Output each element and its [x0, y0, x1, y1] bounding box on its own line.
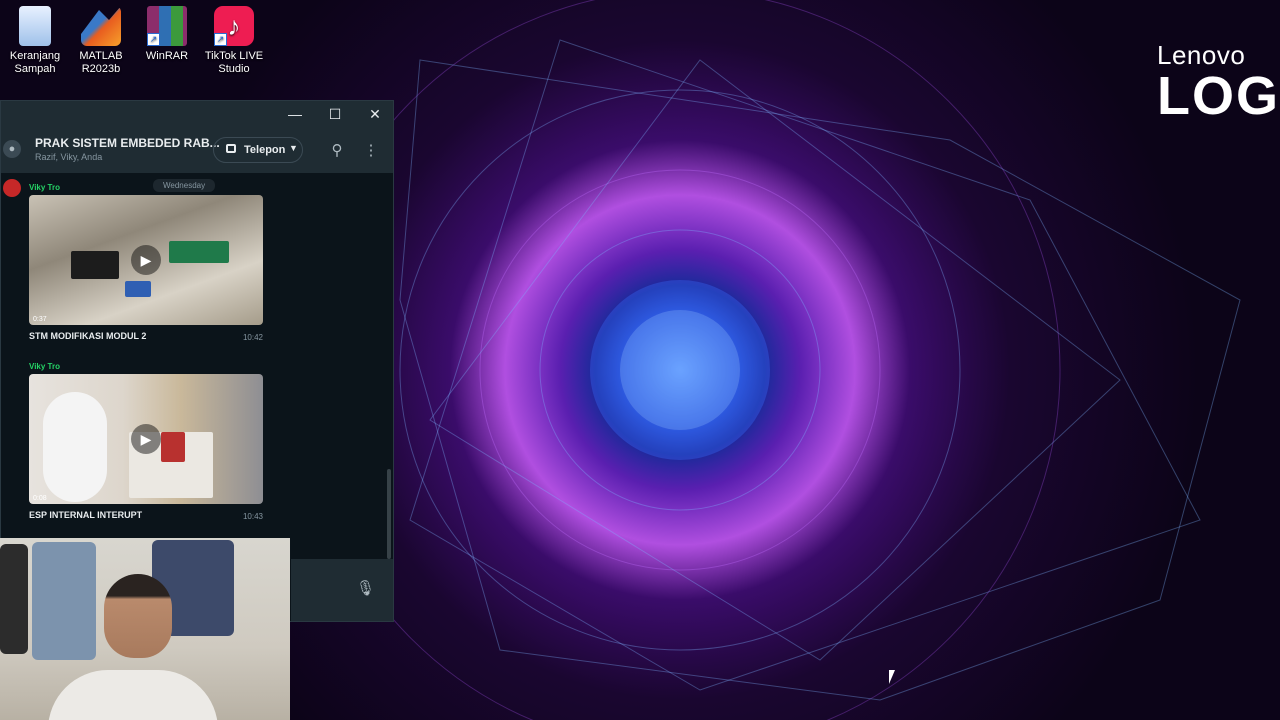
- play-icon[interactable]: ▶: [131, 424, 161, 454]
- video-camera-icon: [226, 144, 236, 153]
- desktop-icon-label: Keranjang Sampah: [9, 50, 61, 75]
- dev-board-shape: [71, 251, 119, 279]
- desktop-icon-tiktok-live-studio[interactable]: ↗ TikTok LIVE Studio: [199, 6, 269, 76]
- dev-board-shape: [125, 281, 151, 297]
- wallpaper-brand: Lenovo LOG: [1157, 40, 1280, 127]
- call-button-label: Telepon: [244, 144, 286, 156]
- chat-title[interactable]: PRAK SISTEM EMBEDED RAB...: [35, 136, 220, 150]
- message-caption-text: STM MODIFIKASI MODUL 2: [29, 331, 147, 341]
- dev-board-shape: [161, 432, 185, 462]
- hanging-clothes: [0, 544, 28, 654]
- more-options-icon[interactable]: ⋮: [361, 141, 381, 159]
- call-button[interactable]: Telepon ▼: [213, 137, 303, 163]
- message-composer[interactable]: 🎙: [291, 559, 393, 621]
- desktop-icon-matlab[interactable]: MATLAB R2023b: [66, 6, 136, 76]
- person-head: [104, 574, 172, 658]
- chat-header[interactable]: ● PRAK SISTEM EMBEDED RAB... Razif, Viky…: [1, 128, 393, 173]
- person-body: [48, 670, 218, 720]
- search-icon[interactable]: ⚲: [327, 141, 347, 159]
- desktop-icon-label: WinRAR: [145, 50, 189, 62]
- recycle-bin-icon: [19, 6, 51, 46]
- matlab-icon: [81, 6, 121, 46]
- close-button[interactable]: ✕: [355, 101, 395, 128]
- minimize-button[interactable]: —: [275, 101, 315, 128]
- video-duration: 0:37: [33, 316, 47, 323]
- play-icon[interactable]: ▶: [131, 245, 161, 275]
- message-sender[interactable]: Viky Tro: [29, 362, 267, 374]
- mouse-shape: [43, 392, 107, 502]
- desktop-icon-recycle-bin[interactable]: Keranjang Sampah: [0, 6, 70, 76]
- webcam-feed: [0, 538, 290, 720]
- desktop-icon-label: MATLAB R2023b: [79, 50, 123, 75]
- message-caption-text: ESP INTERNAL INTERUPT: [29, 510, 143, 520]
- video-duration: 0:08: [33, 495, 47, 502]
- video-thumbnail[interactable]: ▶ 0:37: [29, 195, 263, 325]
- mouse-cursor-icon: [889, 670, 895, 684]
- winrar-icon: ↗: [147, 6, 187, 46]
- scrollbar[interactable]: [387, 469, 391, 559]
- window-titlebar[interactable]: — ☐ ✕: [1, 101, 393, 128]
- maximize-button[interactable]: ☐: [315, 101, 355, 128]
- tiktok-icon: ↗: [214, 6, 254, 46]
- chevron-down-icon: ▼: [289, 143, 298, 153]
- group-avatar-icon[interactable]: ●: [3, 140, 21, 158]
- video-thumbnail[interactable]: ▶ 0:08: [29, 374, 263, 504]
- desktop-icon-winrar[interactable]: ↗ WinRAR: [132, 6, 202, 63]
- brand-line2: LOG: [1157, 66, 1280, 126]
- video-message[interactable]: Viky Tro ▶ 0:08 ESP INTERNAL INTERUPT 10…: [29, 362, 267, 524]
- hanging-clothes: [32, 542, 96, 660]
- desktop-icon-label: TikTok LIVE Studio: [204, 50, 264, 75]
- video-message[interactable]: Viky Tro ▶ 0:37 STM MODIFIKASI MODUL 2 1…: [29, 183, 267, 345]
- chat-participants: Razif, Viky, Anda: [35, 152, 103, 162]
- message-sender[interactable]: Viky Tro: [29, 183, 267, 195]
- shortcut-arrow-icon: ↗: [147, 33, 160, 46]
- message-caption: ESP INTERNAL INTERUPT 10:43: [29, 510, 267, 524]
- dev-board-shape: [169, 241, 229, 263]
- message-time: 10:42: [242, 333, 263, 342]
- message-caption: STM MODIFIKASI MODUL 2 10:42: [29, 331, 267, 345]
- microphone-icon[interactable]: 🎙: [356, 579, 375, 597]
- message-time: 10:43: [242, 512, 263, 521]
- sender-avatar[interactable]: [3, 179, 21, 197]
- shortcut-arrow-icon: ↗: [214, 33, 227, 46]
